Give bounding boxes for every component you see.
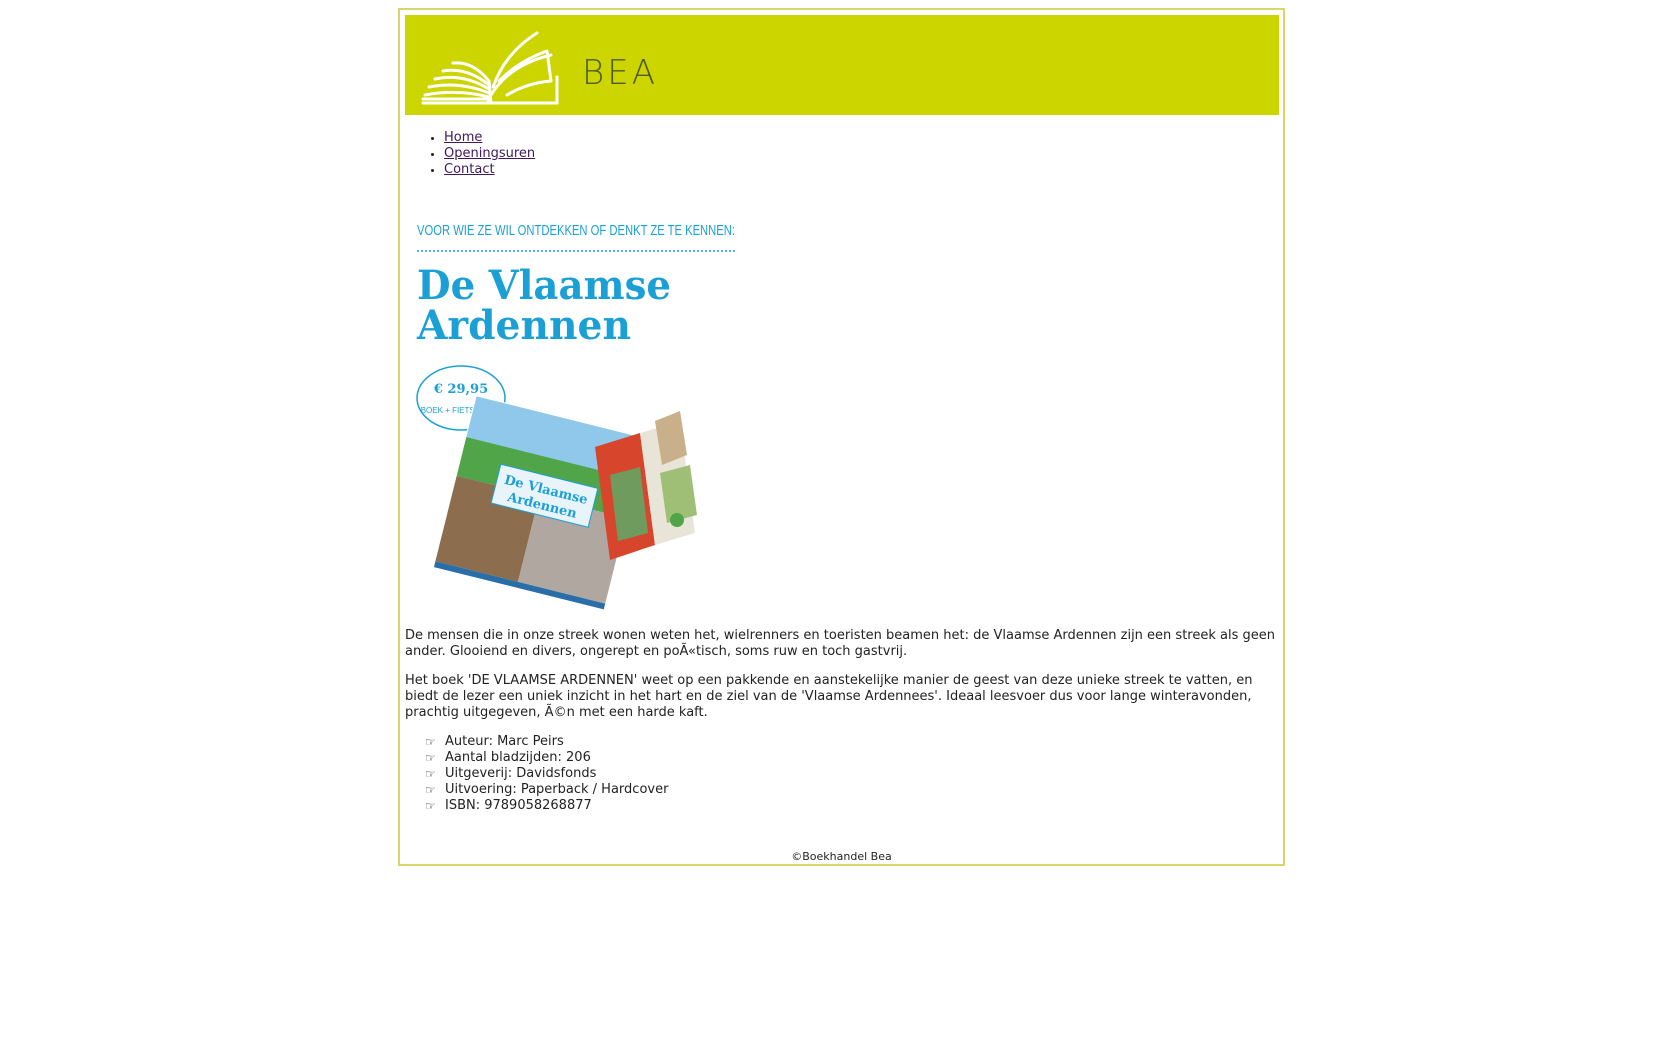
- promo-banner-image: VOOR WIE ZE WIL ONTDEKKEN OF DENKT ZE TE…: [405, 215, 765, 613]
- nav-item-home: Home: [444, 130, 535, 146]
- list-item: ☞ Aantal bladzijden: 206: [425, 750, 1275, 766]
- nav-link-openingsuren[interactable]: Openingsuren: [444, 146, 535, 161]
- page-frame: BEA Home Openingsuren Contact VOOR WIE Z…: [398, 8, 1285, 866]
- pointing-hand-icon: ☞: [425, 767, 436, 781]
- spec-publisher: Uitgeverij: Davidsfonds: [445, 766, 597, 781]
- spec-author: Auteur: Marc Peirs: [445, 734, 564, 749]
- list-item: ☞ Auteur: Marc Peirs: [425, 734, 1275, 750]
- pointing-hand-icon: ☞: [425, 735, 436, 749]
- open-book-logo-icon[interactable]: [419, 25, 564, 107]
- site-footer: ©Boekhandel Bea: [791, 850, 892, 863]
- main-content: De mensen die in onze streek wonen weten…: [405, 628, 1275, 814]
- intro-paragraph: De mensen die in onze streek wonen weten…: [405, 628, 1275, 659]
- brand-name: BEA: [582, 53, 659, 93]
- list-item: ☞ ISBN: 9789058268877: [425, 798, 1275, 814]
- price-label: € 29,95: [433, 382, 488, 397]
- book-specs-list: ☞ Auteur: Marc Peirs ☞ Aantal bladzijden: …: [405, 734, 1275, 814]
- spec-edition: Uitvoering: Paperback / Hardcover: [445, 782, 669, 797]
- nav-item-openingsuren: Openingsuren: [444, 146, 535, 162]
- nav-link-contact[interactable]: Contact: [444, 162, 495, 177]
- pointing-hand-icon: ☞: [425, 799, 436, 813]
- nav-link-home[interactable]: Home: [444, 130, 482, 145]
- list-item: ☞ Uitgeverij: Davidsfonds: [425, 766, 1275, 782]
- description-paragraph: Het boek 'DE VLAAMSE ARDENNEN' weet op e…: [405, 673, 1253, 720]
- spec-isbn: ISBN: 9789058268877: [445, 798, 592, 813]
- pointing-hand-icon: ☞: [425, 783, 436, 797]
- list-item: ☞ Uitvoering: Paperback / Hardcover: [425, 782, 1275, 798]
- main-nav: Home Openingsuren Contact: [444, 130, 535, 178]
- promo-tagline: VOOR WIE ZE WIL ONTDEKKEN OF DENKT ZE TE…: [417, 222, 735, 239]
- spec-pages: Aantal bladzijden: 206: [445, 750, 591, 765]
- promo-title-line2: Ardennen: [416, 302, 631, 349]
- site-header: BEA: [405, 15, 1279, 115]
- pointing-hand-icon: ☞: [425, 751, 436, 765]
- nav-item-contact: Contact: [444, 162, 535, 178]
